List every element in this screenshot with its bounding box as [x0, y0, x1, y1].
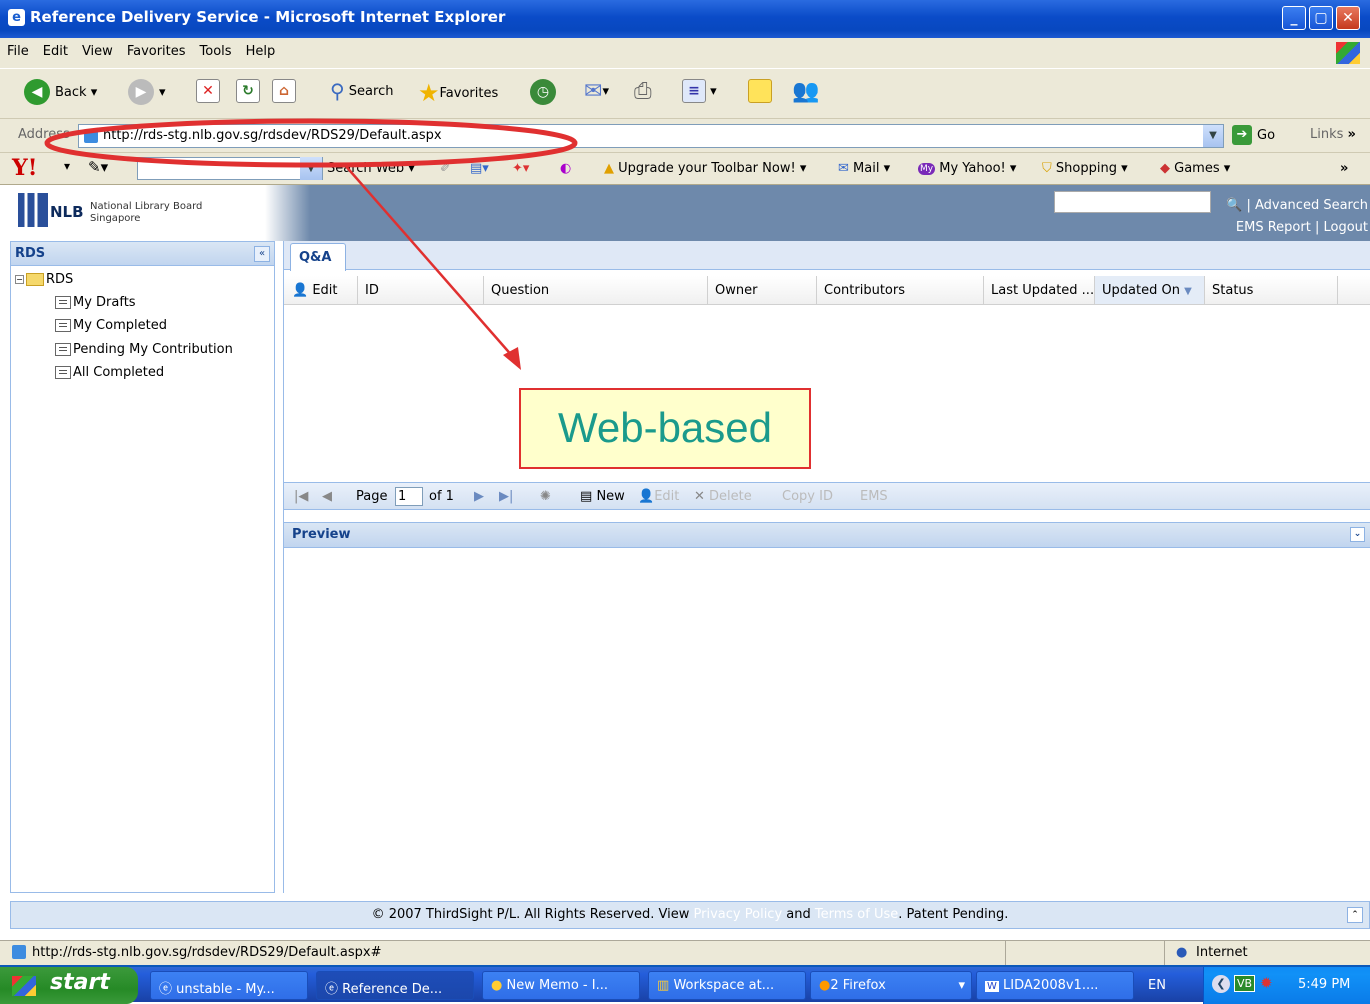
annotation-overlay: [44, 118, 578, 370]
annotation-callout: Web-based: [519, 388, 811, 469]
highlight-ellipse: [44, 118, 578, 168]
annotation-arrow-line: [343, 163, 515, 359]
annotation-arrowhead: [503, 347, 521, 370]
